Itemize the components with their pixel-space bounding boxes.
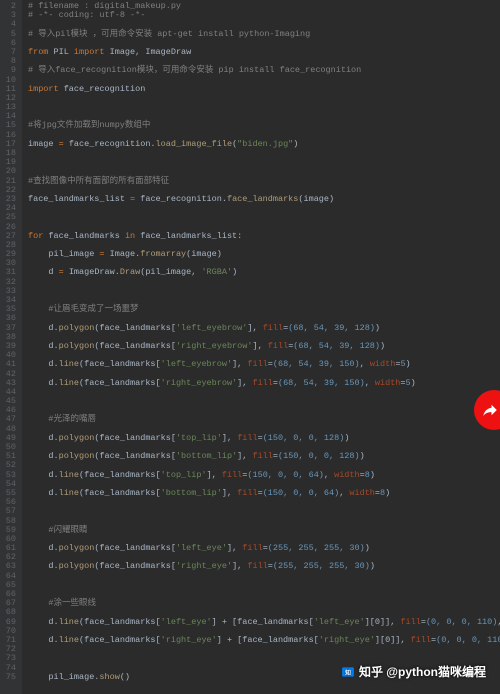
code-line[interactable]: d.polygon(face_landmarks['right_eyebrow'… [28,342,500,351]
code-line[interactable]: #让眉毛变成了一场噩梦 [28,305,500,314]
code-line[interactable] [28,397,500,406]
code-line[interactable] [28,581,500,590]
code-line[interactable] [28,158,500,167]
code-line[interactable] [28,213,500,222]
code-line[interactable] [28,388,500,397]
watermark-text: 知乎 @python猫咪编程 [359,663,486,680]
share-icon [481,401,499,419]
code-line[interactable] [28,645,500,654]
code-line[interactable]: for face_landmarks in face_landmarks_lis… [28,232,500,241]
line-number-gutter: 2345678910111213141516171819202122232425… [0,0,22,694]
code-line[interactable] [28,278,500,287]
code-line[interactable]: #将jpg文件加载到numpy数组中 [28,121,500,130]
zhihu-icon: 知 [341,665,355,679]
code-line[interactable]: d.line(face_landmarks['left_eyebrow'], f… [28,360,500,369]
code-line[interactable] [28,498,500,507]
code-line[interactable]: from PIL import Image, ImageDraw [28,48,500,57]
code-line[interactable] [28,94,500,103]
code-line[interactable]: #查找图像中所有面部的所有面部特征 [28,177,500,186]
code-line[interactable] [28,406,500,415]
code-line[interactable]: d.polygon(face_landmarks['left_eye'], fi… [28,544,500,553]
code-line[interactable]: #涂一些眼线 [28,599,500,608]
code-line[interactable]: d.polygon(face_landmarks['top_lip'], fil… [28,434,500,443]
code-line[interactable]: pil_image = Image.fromarray(image) [28,250,500,259]
code-line[interactable] [28,572,500,581]
code-line[interactable]: # 导入face_recognition模块，可用命令安装 pip instal… [28,66,500,75]
code-line[interactable]: image = face_recognition.load_image_file… [28,140,500,149]
code-line[interactable]: #闪耀眼睛 [28,526,500,535]
code-line[interactable]: d.line(face_landmarks['left_eye'] + [fac… [28,618,500,627]
code-line[interactable]: d.polygon(face_landmarks['bottom_lip'], … [28,452,500,461]
code-line[interactable]: d.line(face_landmarks['bottom_lip'], fil… [28,489,500,498]
code-line[interactable] [28,287,500,296]
code-line[interactable]: d.line(face_landmarks['right_eye'] + [fa… [28,636,500,645]
code-line[interactable]: d.polygon(face_landmarks['left_eyebrow']… [28,324,500,333]
code-line[interactable] [28,149,500,158]
line-number: 75 [0,673,16,682]
code-line[interactable] [28,204,500,213]
code-line[interactable]: d.polygon(face_landmarks['right_eye'], f… [28,562,500,571]
code-line[interactable] [28,517,500,526]
code-line[interactable]: d = ImageDraw.Draw(pil_image, 'RGBA') [28,268,500,277]
code-line[interactable]: # 导入pil模块 ，可用命令安装 apt-get install python… [28,30,500,39]
code-line[interactable]: d.line(face_landmarks['top_lip'], fill=(… [28,471,500,480]
code-line[interactable]: # -*- coding: utf-8 -*- [28,11,500,20]
code-line[interactable]: face_landmarks_list = face_recognition.f… [28,195,500,204]
code-line[interactable] [28,590,500,599]
watermark: 知 知乎 @python猫咪编程 [341,663,486,680]
code-line[interactable]: d.line(face_landmarks['right_eyebrow'], … [28,379,500,388]
code-line[interactable] [28,507,500,516]
code-editor-content[interactable]: # filename : digital_makeup.py# -*- codi… [22,0,500,694]
code-line[interactable] [28,103,500,112]
code-line[interactable]: #光泽的嘴唇 [28,415,500,424]
code-line[interactable]: import face_recognition [28,85,500,94]
